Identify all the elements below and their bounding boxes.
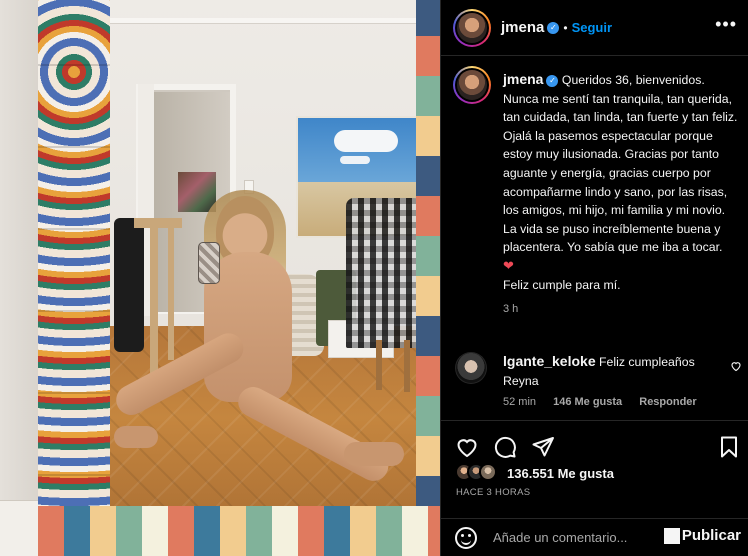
photo-mirror-frame-left xyxy=(38,0,110,556)
photo-plaid-coat xyxy=(346,198,422,348)
share-send-icon[interactable] xyxy=(531,435,555,459)
checkbox-icon xyxy=(663,527,680,544)
comment-time[interactable]: 52 min xyxy=(503,396,536,408)
commenter-avatar[interactable] xyxy=(455,352,487,384)
likes-count[interactable]: 136.551 Me gusta xyxy=(507,466,614,481)
header-username[interactable]: jmena xyxy=(501,19,544,36)
photo-chair-leg xyxy=(404,340,410,392)
caption-time[interactable]: 3 h xyxy=(503,300,739,319)
more-options-icon[interactable]: ••• xyxy=(715,14,737,35)
post-actions: 136.551 Me gusta HACE 3 HORAS xyxy=(441,420,748,518)
comment-bubble-icon[interactable] xyxy=(493,435,517,459)
avatar[interactable] xyxy=(453,9,491,47)
photo-molding xyxy=(110,18,440,24)
publish-button[interactable]: Publicar xyxy=(663,527,741,544)
photo-table-leg xyxy=(150,226,158,376)
publish-label: Publicar xyxy=(681,527,741,544)
photo-mirror-frame-right xyxy=(416,0,440,556)
comment-meta: 52 min 146 Me gusta Responder xyxy=(503,396,697,408)
red-heart-emoji: ❤ xyxy=(503,257,514,273)
separator-dot: • xyxy=(563,20,568,35)
photo-table-top xyxy=(134,218,182,228)
photo-person-foot xyxy=(114,426,158,448)
photo-table-leg xyxy=(168,226,174,360)
reply-button[interactable]: Responder xyxy=(639,396,696,408)
comment-username[interactable]: lgante_keloke xyxy=(503,353,596,369)
caption-username[interactable]: jmena xyxy=(503,71,543,87)
photo-black-coat xyxy=(114,218,144,352)
photo-chair-leg xyxy=(376,340,382,390)
caption-text: Queridos 36, bienvenidos. Nunca me sentí… xyxy=(503,73,738,255)
caption-avatar[interactable] xyxy=(453,66,491,104)
comment-like-heart-icon[interactable] xyxy=(730,360,742,372)
post-header: jmena ✓ • Seguir ••• xyxy=(441,0,748,56)
header-user: jmena ✓ • Seguir xyxy=(501,19,612,36)
caption-signoff: Feliz cumple para mí. xyxy=(503,277,621,292)
verified-icon: ✓ xyxy=(547,21,560,34)
comment-item: lgante_keloke Feliz cumpleaños Reyna xyxy=(503,352,729,390)
bookmark-icon[interactable] xyxy=(717,435,741,459)
comment-input[interactable]: Añade un comentario... xyxy=(493,530,627,545)
photo-person-foot xyxy=(344,442,404,466)
photo-mirror-frame-bottom xyxy=(38,506,440,556)
post-caption: jmena ✓ Queridos 36, bienvenidos. Nunca m… xyxy=(503,70,739,319)
photo-phone xyxy=(198,242,220,284)
verified-icon: ✓ xyxy=(546,75,559,87)
posted-time[interactable]: HACE 3 HORAS xyxy=(456,487,530,498)
follow-button[interactable]: Seguir xyxy=(572,20,612,35)
photo-baseboard xyxy=(0,500,38,556)
comment-likes[interactable]: 146 Me gusta xyxy=(553,396,622,408)
add-comment-bar: Añade un comentario... Publicar xyxy=(441,518,748,556)
emoji-icon[interactable] xyxy=(455,527,477,549)
post-side-panel: jmena ✓ • Seguir ••• jmena ✓ Queridos 36,… xyxy=(440,0,748,556)
photo-side-wall xyxy=(0,0,38,556)
like-heart-icon[interactable] xyxy=(455,435,479,459)
post-photo[interactable] xyxy=(0,0,440,556)
